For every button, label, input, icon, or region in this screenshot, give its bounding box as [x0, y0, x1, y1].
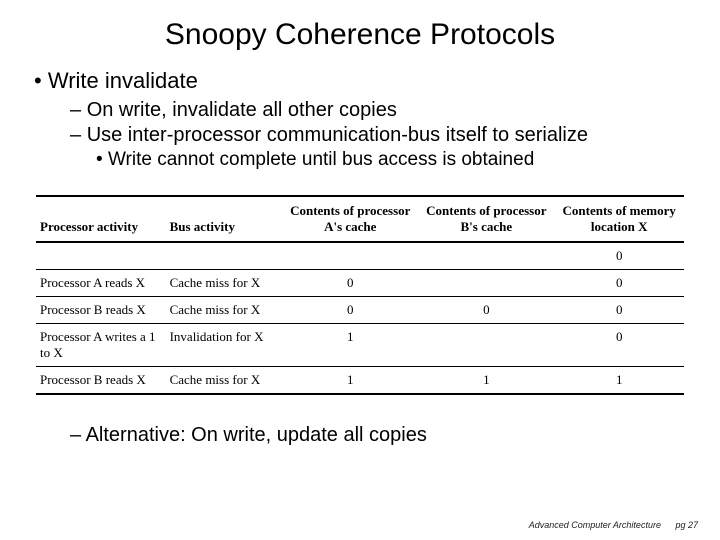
table-row: Processor B reads X Cache miss for X 0 0…	[36, 296, 684, 323]
cell-bus: Invalidation for X	[166, 323, 283, 366]
cell-activity: Processor A writes a 1 to X	[36, 323, 166, 366]
bullet-level2: On write, invalidate all other copies	[70, 98, 692, 123]
table-row: Processor A writes a 1 to X Invalidation…	[36, 323, 684, 366]
cell-bus: Cache miss for X	[166, 296, 283, 323]
cell-b: 0	[418, 296, 554, 323]
cell-bus	[166, 242, 283, 270]
bullet-level2: Alternative: On write, update all copies	[70, 423, 692, 448]
table-row: Processor A reads X Cache miss for X 0 0	[36, 269, 684, 296]
cell-b	[418, 323, 554, 366]
bullet-level3: Write cannot complete until bus access i…	[96, 148, 692, 173]
cell-b	[418, 269, 554, 296]
coherence-table: Processor activity Bus activity Contents…	[36, 195, 684, 395]
cell-a	[282, 242, 418, 270]
cell-mem: 1	[554, 366, 684, 394]
cell-bus: Cache miss for X	[166, 269, 283, 296]
cell-a: 1	[282, 323, 418, 366]
bullet-level1: Write invalidate	[34, 68, 692, 94]
footer-course: Advanced Computer Architecture	[529, 520, 661, 530]
coherence-table-wrap: Processor activity Bus activity Contents…	[36, 195, 684, 395]
cell-activity: Processor B reads X	[36, 366, 166, 394]
table-row: Processor B reads X Cache miss for X 1 1…	[36, 366, 684, 394]
cell-activity: Processor B reads X	[36, 296, 166, 323]
col-cache-a: Contents of processor A's cache	[282, 196, 418, 242]
cell-activity: Processor A reads X	[36, 269, 166, 296]
footer-page: pg 27	[675, 520, 698, 530]
col-memory-x: Contents of memory location X	[554, 196, 684, 242]
cell-mem: 0	[554, 242, 684, 270]
slide-title: Snoopy Coherence Protocols	[28, 18, 692, 52]
cell-a: 1	[282, 366, 418, 394]
cell-mem: 0	[554, 323, 684, 366]
cell-mem: 0	[554, 269, 684, 296]
cell-b	[418, 242, 554, 270]
cell-a: 0	[282, 269, 418, 296]
col-cache-b: Contents of processor B's cache	[418, 196, 554, 242]
col-processor-activity: Processor activity	[36, 196, 166, 242]
cell-activity	[36, 242, 166, 270]
cell-mem: 0	[554, 296, 684, 323]
col-bus-activity: Bus activity	[166, 196, 283, 242]
cell-b: 1	[418, 366, 554, 394]
bullet-level2: Use inter-processor communication-bus it…	[70, 123, 692, 148]
cell-bus: Cache miss for X	[166, 366, 283, 394]
cell-a: 0	[282, 296, 418, 323]
table-row: 0	[36, 242, 684, 270]
table-header-row: Processor activity Bus activity Contents…	[36, 196, 684, 242]
slide-footer: Advanced Computer Architecture pg 27	[529, 520, 698, 530]
